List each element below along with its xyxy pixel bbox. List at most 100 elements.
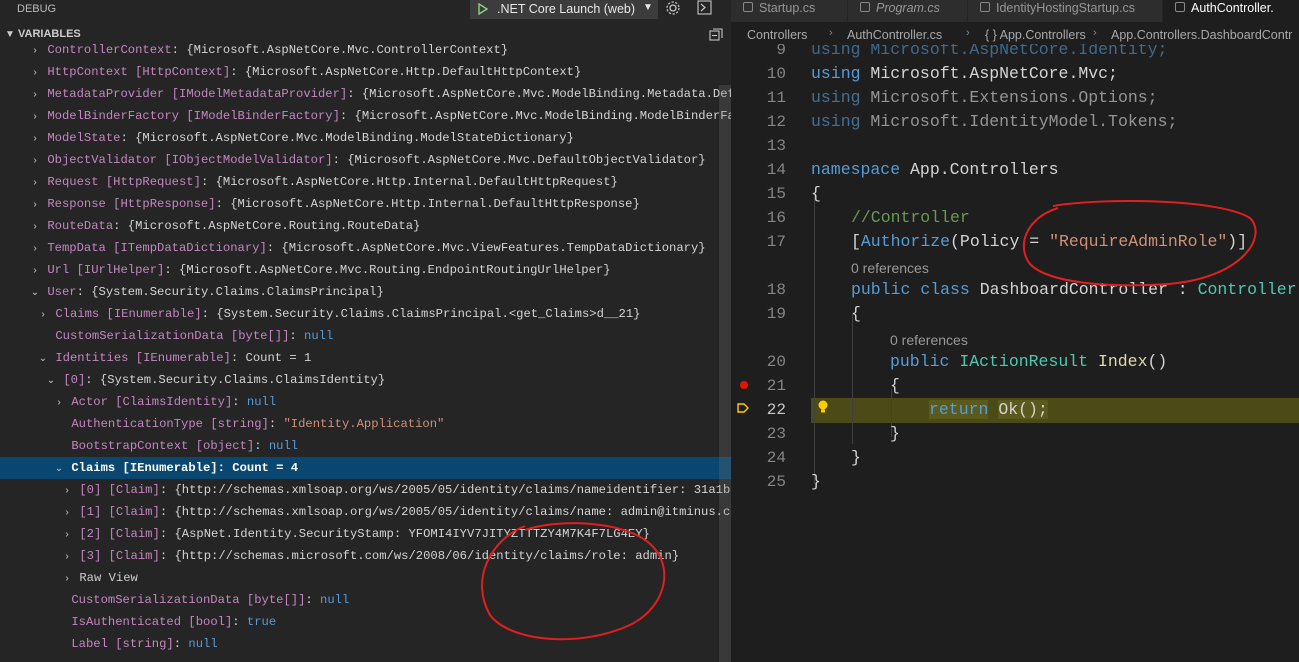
variable-row[interactable]: ⌄ [0]: {System.Security.Claims.ClaimsIde… xyxy=(0,369,731,391)
variable-row[interactable]: › RouteData: {Microsoft.AspNetCore.Routi… xyxy=(0,215,731,237)
tab-startup[interactable]: Startup.cs xyxy=(731,0,848,22)
variable-row[interactable]: › Url [IUrlHelper]: {Microsoft.AspNetCor… xyxy=(0,259,731,281)
variable-type: [IEnumerable] xyxy=(106,307,202,321)
separator: : xyxy=(159,549,175,563)
chevron-right-icon[interactable]: › xyxy=(30,85,40,105)
variable-value: {Microsoft.AspNetCore.Http.Internal.Defa… xyxy=(230,197,640,211)
variable-type: [HttpRequest] xyxy=(105,175,201,189)
play-icon[interactable] xyxy=(477,3,489,15)
variable-row[interactable]: › [1] [Claim]: {http://schemas.xmlsoap.o… xyxy=(0,501,731,523)
chevron-right-icon[interactable]: › xyxy=(30,107,40,127)
variable-row[interactable]: › [3] [Claim]: {http://schemas.microsoft… xyxy=(0,545,731,567)
variable-row[interactable]: › Claims [IEnumerable]: {System.Security… xyxy=(0,303,731,325)
variable-name: Request xyxy=(47,175,99,189)
chevron-right-icon[interactable]: › xyxy=(62,503,72,523)
line-number: 9 xyxy=(776,44,786,59)
chevron-down-icon[interactable]: ▼ xyxy=(643,2,653,13)
chevron-right-icon[interactable]: › xyxy=(30,63,40,83)
variable-value: {Microsoft.AspNetCore.Mvc.ModelBinding.M… xyxy=(361,87,731,101)
file-icon xyxy=(860,2,870,12)
separator: : xyxy=(173,637,189,651)
debug-console-icon[interactable] xyxy=(697,0,712,15)
variable-type: [ITempDataDictionary] xyxy=(113,241,267,255)
separator: : xyxy=(159,527,175,541)
codelens-references[interactable]: 0 references xyxy=(851,260,929,276)
breadcrumb-item[interactable]: { } App.Controllers xyxy=(985,28,1086,42)
variable-row[interactable]: › ModelState: {Microsoft.AspNetCore.Mvc.… xyxy=(0,127,731,149)
chevron-right-icon[interactable]: › xyxy=(30,41,40,61)
separator: : xyxy=(268,417,284,431)
gear-icon[interactable] xyxy=(665,0,681,16)
variable-row[interactable]: BootstrapContext [object]: null xyxy=(0,435,731,457)
tab-label: Program.cs xyxy=(876,1,940,15)
variable-row[interactable]: › [2] [Claim]: {AspNet.Identity.Security… xyxy=(0,523,731,545)
variable-row[interactable]: › HttpContext [HttpContext]: {Microsoft.… xyxy=(0,61,731,83)
variable-row[interactable]: › ControllerContext: {Microsoft.AspNetCo… xyxy=(0,39,731,61)
variable-row[interactable]: CustomSerializationData [byte[]]: null xyxy=(0,325,731,347)
lightbulb-icon[interactable] xyxy=(816,399,830,415)
code-text: App.Controllers xyxy=(900,160,1059,179)
codelens-references[interactable]: 0 references xyxy=(890,332,968,348)
variable-row[interactable]: › [0] [Claim]: {http://schemas.xmlsoap.o… xyxy=(0,479,731,501)
chevron-right-icon[interactable]: › xyxy=(38,305,48,325)
chevron-right-icon[interactable]: › xyxy=(62,569,72,589)
variable-row[interactable]: › Request [HttpRequest]: {Microsoft.AspN… xyxy=(0,171,731,193)
chevron-down-icon[interactable]: ⌄ xyxy=(46,371,56,391)
chevron-right-icon[interactable]: › xyxy=(30,173,40,193)
code-line: } xyxy=(811,472,821,491)
chevron-down-icon[interactable]: ⌄ xyxy=(38,349,48,369)
variable-row[interactable]: ⌄ Claims [IEnumerable]: Count = 4 xyxy=(0,457,731,479)
variable-row[interactable]: › TempData [ITempDataDictionary]: {Micro… xyxy=(0,237,731,259)
tab-auth-controller[interactable]: AuthController. xyxy=(1163,0,1299,22)
variable-row[interactable]: › MetadataProvider [IModelMetadataProvid… xyxy=(0,83,731,105)
keyword: using xyxy=(811,64,861,83)
variable-row[interactable]: IsAuthenticated [bool]: true xyxy=(0,611,731,633)
chevron-right-icon[interactable]: › xyxy=(30,151,40,171)
variable-row[interactable]: ⌄ Identities [IEnumerable]: Count = 1 xyxy=(0,347,731,369)
chevron-right-icon[interactable]: › xyxy=(62,525,72,545)
variable-value: {Microsoft.AspNetCore.Http.DefaultHttpCo… xyxy=(244,65,582,79)
variable-row[interactable]: ⌄ User: {System.Security.Claims.ClaimsPr… xyxy=(0,281,731,303)
variable-row[interactable]: AuthenticationType [string]: "Identity.A… xyxy=(0,413,731,435)
chevron-down-icon[interactable]: ⌄ xyxy=(30,283,40,303)
launch-config-select[interactable]: .NET Core Launch (web) ▼ xyxy=(470,0,658,19)
tab-program[interactable]: Program.cs xyxy=(848,0,968,22)
breadcrumb-item[interactable]: Controllers xyxy=(747,28,807,42)
separator: : xyxy=(332,153,348,167)
separator: : xyxy=(339,109,355,123)
variable-row[interactable]: › ObjectValidator [IObjectModelValidator… xyxy=(0,149,731,171)
separator: : xyxy=(171,43,187,57)
code-text: (); xyxy=(1018,400,1048,419)
chevron-down-icon[interactable]: ⌄ xyxy=(54,459,64,479)
chevron-right-icon[interactable]: › xyxy=(30,129,40,149)
code-text: using Microsoft.AspNetCore.Identity; xyxy=(811,44,1168,59)
breadcrumb-item[interactable]: AuthController.cs xyxy=(847,28,942,42)
line-number: 23 xyxy=(766,425,786,443)
code-line: } xyxy=(890,424,900,443)
code-text: [ xyxy=(851,232,861,251)
variable-name: Raw View xyxy=(79,571,138,585)
separator: : xyxy=(217,461,233,475)
chevron-right-icon[interactable]: › xyxy=(30,239,40,259)
variables-scrollbar[interactable] xyxy=(719,85,731,662)
chevron-right-icon[interactable]: › xyxy=(30,261,40,281)
keyword: public xyxy=(851,280,911,299)
variable-row[interactable]: Label [string]: null xyxy=(0,633,731,655)
chevron-right-icon[interactable]: › xyxy=(54,393,64,413)
tab-identity-hosting-startup[interactable]: IdentityHostingStartup.cs xyxy=(968,0,1163,22)
variable-type: [Claim] xyxy=(108,527,160,541)
variable-value: null xyxy=(246,395,277,409)
chevron-right-icon[interactable]: › xyxy=(30,217,40,237)
keyword: using xyxy=(811,112,861,131)
chevron-right-icon[interactable]: › xyxy=(30,195,40,215)
variable-row[interactable]: CustomSerializationData [byte[]]: null xyxy=(0,589,731,611)
variable-row[interactable]: › ModelBinderFactory [IModelBinderFactor… xyxy=(0,105,731,127)
separator: : xyxy=(85,373,100,387)
breadcrumb-item[interactable]: App.Controllers.DashboardContr xyxy=(1111,28,1292,42)
variable-row[interactable]: › Raw View xyxy=(0,567,731,589)
variable-row[interactable]: › Response [HttpResponse]: {Microsoft.As… xyxy=(0,193,731,215)
chevron-right-icon[interactable]: › xyxy=(62,481,72,501)
code-editor[interactable]: 9 10 11 12 13 14 15 16 17 18 19 20 21 22… xyxy=(731,44,1299,662)
variable-row[interactable]: › Actor [ClaimsIdentity]: null xyxy=(0,391,731,413)
chevron-right-icon[interactable]: › xyxy=(62,547,72,567)
